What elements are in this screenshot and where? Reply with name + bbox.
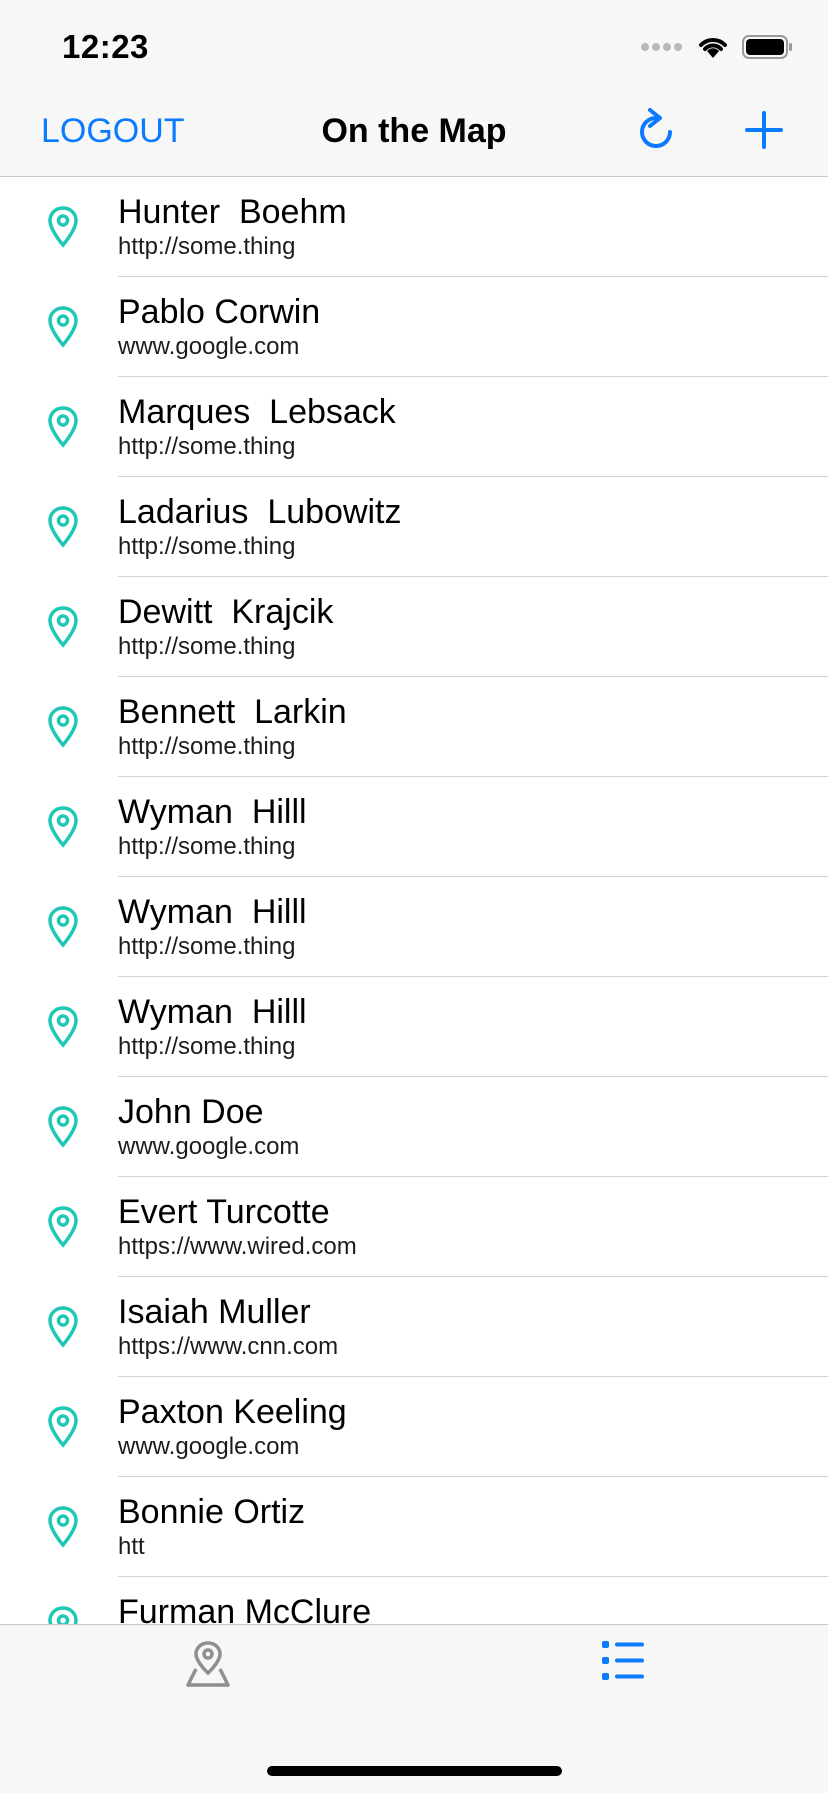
- student-row[interactable]: Isaiah Muller https://www.cnn.com: [0, 1277, 828, 1377]
- student-name: Bennett Larkin: [118, 693, 347, 731]
- student-name: Wyman Hilll: [118, 893, 307, 931]
- student-row[interactable]: Ladarius Lubowitz http://some.thing: [0, 477, 828, 577]
- student-url: http://some.thing: [118, 1033, 296, 1060]
- pin-icon: [46, 1105, 80, 1149]
- student-name: Furman McClure: [118, 1593, 372, 1625]
- student-row[interactable]: John Doe www.google.com: [0, 1077, 828, 1177]
- student-row[interactable]: Paxton Keeling www.google.com: [0, 1377, 828, 1477]
- pin-icon: [46, 1005, 80, 1049]
- pin-icon: [46, 705, 80, 749]
- student-row[interactable]: Wyman Hilll http://some.thing: [0, 977, 828, 1077]
- pin-icon: [46, 305, 80, 349]
- student-row[interactable]: Evert Turcotte https://www.wired.com: [0, 1177, 828, 1277]
- pin-icon: [46, 805, 80, 849]
- student-list[interactable]: Hunter Boehm http://some.thing Pablo Corwi…: [0, 177, 828, 1625]
- pin-icon: [46, 1405, 80, 1449]
- student-row[interactable]: Pablo Corwin www.google.com: [0, 277, 828, 377]
- student-row[interactable]: Wyman Hilll http://some.thing: [0, 777, 828, 877]
- student-url: http://some.thing: [118, 433, 296, 460]
- signal-icon: [641, 43, 682, 51]
- status-bar: 12:23: [0, 0, 828, 88]
- student-row[interactable]: Wyman Hilll http://some.thing: [0, 877, 828, 977]
- pin-icon: [46, 1205, 80, 1249]
- pin-icon: [46, 205, 80, 249]
- pin-icon: [46, 1605, 80, 1625]
- battery-icon: [742, 35, 792, 59]
- student-url: https://www.wired.com: [118, 1233, 357, 1260]
- student-url: www.google.com: [118, 1433, 300, 1460]
- pin-icon: [46, 1505, 80, 1549]
- pin-icon: [46, 1305, 80, 1349]
- student-url: htt: [118, 1533, 145, 1560]
- student-row[interactable]: Hunter Boehm http://some.thing: [0, 177, 828, 277]
- student-name: Ladarius Lubowitz: [118, 493, 402, 531]
- student-url: http://some.thing: [118, 633, 296, 660]
- home-indicator: [267, 1766, 562, 1776]
- student-url: http://some.thing: [118, 833, 296, 860]
- student-row[interactable]: Bennett Larkin http://some.thing: [0, 677, 828, 777]
- pin-icon: [46, 605, 80, 649]
- pin-icon: [46, 905, 80, 949]
- wifi-icon: [699, 38, 727, 58]
- student-row[interactable]: Marques Lebsack http://some.thing: [0, 377, 828, 477]
- student-name: Evert Turcotte: [118, 1193, 330, 1231]
- refresh-icon[interactable]: [636, 108, 676, 152]
- navigation-bar: LOGOUT On the Map: [0, 88, 828, 177]
- student-row[interactable]: Bonnie Ortiz htt: [0, 1477, 828, 1577]
- plus-icon[interactable]: [744, 110, 784, 150]
- student-name: Isaiah Muller: [118, 1293, 311, 1331]
- pin-icon: [46, 505, 80, 549]
- page-title: On the Map: [321, 112, 507, 150]
- student-name: Paxton Keeling: [118, 1393, 347, 1431]
- student-url: http://some.thing: [118, 733, 296, 760]
- student-name: Wyman Hilll: [118, 793, 307, 831]
- status-icons: [640, 34, 794, 60]
- student-url: www.google.com: [118, 1133, 300, 1160]
- student-url: https://www.cnn.com: [118, 1333, 339, 1360]
- student-name: Bonnie Ortiz: [118, 1493, 306, 1531]
- student-url: www.google.com: [118, 333, 300, 360]
- student-name: Wyman Hilll: [118, 993, 307, 1031]
- list-tab-icon[interactable]: [600, 1639, 646, 1683]
- student-name: John Doe: [118, 1093, 264, 1131]
- student-name: Hunter Boehm: [118, 193, 347, 231]
- pin-icon: [46, 405, 80, 449]
- student-name: Dewitt Krajcik: [118, 593, 334, 631]
- student-url: http://some.thing: [118, 533, 296, 560]
- student-row[interactable]: Furman McClure: [0, 1577, 828, 1625]
- student-name: Marques Lebsack: [118, 393, 396, 431]
- student-url: http://some.thing: [118, 233, 296, 260]
- map-tab-icon[interactable]: [184, 1639, 232, 1687]
- status-time: 12:23: [62, 28, 149, 65]
- student-url: http://some.thing: [118, 933, 296, 960]
- student-row[interactable]: Dewitt Krajcik http://some.thing: [0, 577, 828, 677]
- student-name: Pablo Corwin: [118, 293, 321, 331]
